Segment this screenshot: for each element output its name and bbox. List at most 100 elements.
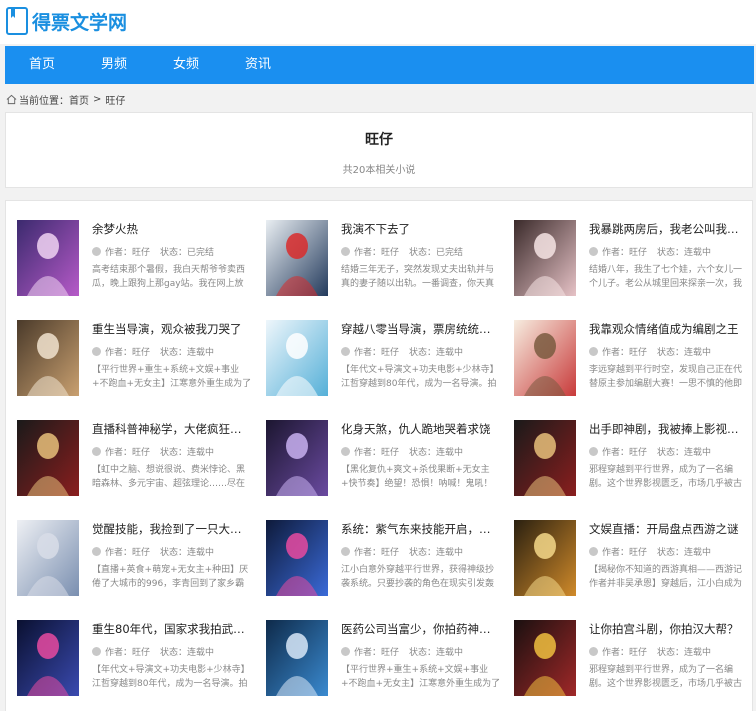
status-prefix: 状态： <box>409 347 437 358</box>
book-title[interactable]: 穿越八零当导演，票房统统过亿 <box>341 321 501 337</box>
book-author[interactable]: 旺仔 <box>381 245 399 258</box>
book-cover[interactable] <box>266 320 328 396</box>
book-card[interactable]: 重生当导演，观众被我刀哭了 作者： 旺仔 状态： 连载中 【平行世界+重生+系统… <box>17 320 253 402</box>
book-title[interactable]: 我演不下去了 <box>341 221 501 237</box>
book-info: 穿越八零当导演，票房统统过亿 作者： 旺仔 状态： 连载中 【年代文+导演文+功… <box>341 321 501 391</box>
book-info: 医药公司当富少，你拍药神装低... 作者： 旺仔 状态： 连载中 【平行世界+重… <box>341 621 501 691</box>
book-status: 连载中 <box>436 447 464 458</box>
book-status: 连载中 <box>684 647 712 658</box>
book-card[interactable]: 我靠观众情绪值成为编剧之王 作者： 旺仔 状态： 连载中 李远穿越到平行时空，发… <box>514 320 750 402</box>
breadcrumb-home-link[interactable]: 首页 <box>69 92 89 107</box>
author-prefix: 作者： <box>354 547 382 558</box>
book-author[interactable]: 旺仔 <box>629 245 647 258</box>
book-description: 【揭秘你不知道的西游真相——西游记作者并非吴承恩】穿越后，江小白成为一名科普..… <box>589 565 743 589</box>
book-cover[interactable] <box>17 420 79 496</box>
breadcrumb-current: 旺仔 <box>105 95 126 107</box>
book-title[interactable]: 我暴跳两房后，我老公叫我吃狗... <box>589 221 749 237</box>
status-prefix: 状态： <box>409 547 437 558</box>
book-author[interactable]: 旺仔 <box>629 445 647 458</box>
author-prefix: 作者： <box>354 447 382 458</box>
book-info: 重生当导演，观众被我刀哭了 作者： 旺仔 状态： 连载中 【平行世界+重生+系统… <box>92 321 252 391</box>
book-status: 连载中 <box>436 547 464 558</box>
book-title[interactable]: 余梦火热 <box>92 221 252 237</box>
cover-image <box>514 520 576 596</box>
book-cover[interactable] <box>17 620 79 696</box>
book-meta: 作者： 旺仔 状态： 连载中 <box>92 445 252 458</box>
book-cover[interactable] <box>514 620 576 696</box>
book-logo-icon <box>6 7 28 35</box>
book-cover[interactable] <box>514 520 576 596</box>
book-title[interactable]: 医药公司当富少，你拍药神装低... <box>341 621 501 637</box>
book-card[interactable]: 余梦火热 作者： 旺仔 状态： 已完结 高考结束那个暑假，我白天帮爷爷卖西瓜，晚… <box>17 220 253 302</box>
book-title[interactable]: 重生当导演，观众被我刀哭了 <box>92 321 252 337</box>
book-card[interactable]: 穿越八零当导演，票房统统过亿 作者： 旺仔 状态： 连载中 【年代文+导演文+功… <box>266 320 502 402</box>
book-card[interactable]: 我演不下去了 作者： 旺仔 状态： 已完结 结婚三年无子，突然发现丈夫出轨并与真… <box>266 220 502 302</box>
book-description: 【平行世界+重生+系统+文娱+事业+不跑血+无女主】江寒意外重生成为了一家医药公… <box>341 665 501 689</box>
author-prefix: 作者： <box>105 447 133 458</box>
nav-item-home[interactable]: 首页 <box>6 46 78 84</box>
cover-image <box>266 220 328 296</box>
book-card[interactable]: 我暴跳两房后，我老公叫我吃狗... 作者： 旺仔 状态： 连载中 结婚八年，我生… <box>514 220 750 302</box>
cover-image <box>266 520 328 596</box>
book-author[interactable]: 旺仔 <box>132 445 150 458</box>
nav-item-male[interactable]: 男频 <box>78 46 150 84</box>
author-prefix: 作者： <box>105 247 133 258</box>
book-cover[interactable] <box>17 220 79 296</box>
book-cover[interactable] <box>17 520 79 596</box>
book-meta: 作者： 旺仔 状态： 连载中 <box>589 545 749 558</box>
book-cover[interactable] <box>514 420 576 496</box>
book-cover[interactable] <box>266 220 328 296</box>
book-author[interactable]: 旺仔 <box>381 645 399 658</box>
book-author[interactable]: 旺仔 <box>132 545 150 558</box>
cover-image <box>266 620 328 696</box>
book-card[interactable]: 系统：紫气东来技能开启，仙人... 作者： 旺仔 状态： 连载中 江小白意外穿越… <box>266 520 502 602</box>
book-title[interactable]: 文娱直播：开局盘点西游之谜 <box>589 521 749 537</box>
book-title[interactable]: 让你拍宫斗剧，你拍汉大帮？ <box>589 621 749 637</box>
book-author[interactable]: 旺仔 <box>132 345 150 358</box>
book-card[interactable]: 直播科普神秘学，大佬疯狂打榜 作者： 旺仔 状态： 连载中 【虹中之脑、想说很说… <box>17 420 253 502</box>
book-author[interactable]: 旺仔 <box>132 245 150 258</box>
nav-item-female[interactable]: 女频 <box>150 46 222 84</box>
book-title[interactable]: 出手即神剧，我被捧上影视神坛 <box>589 421 749 437</box>
status-prefix: 状态： <box>657 447 685 458</box>
book-description: 邪程穿越到平行世界，成为了一名编剧。这个世界影视匮乏，市场几乎被古偶言斗所垄..… <box>589 665 743 689</box>
book-title[interactable]: 化身天煞，仇人跪地哭着求饶 <box>341 421 501 437</box>
book-card[interactable]: 出手即神剧，我被捧上影视神坛 作者： 旺仔 状态： 连载中 邪程穿越到平行世界，… <box>514 420 750 502</box>
book-author[interactable]: 旺仔 <box>381 545 399 558</box>
book-card[interactable]: 觉醒技能，我捡到了一只大熊猫 作者： 旺仔 状态： 连载中 【直播+英食+萌宠+… <box>17 520 253 602</box>
nav-item-news[interactable]: 资讯 <box>222 46 294 84</box>
book-title[interactable]: 直播科普神秘学，大佬疯狂打榜 <box>92 421 252 437</box>
author-avatar-icon <box>341 246 350 256</box>
book-cover[interactable] <box>514 220 576 296</box>
cover-image <box>266 420 328 496</box>
book-title[interactable]: 重生80年代，国家求我拍武侠片 <box>92 621 252 637</box>
site-logo[interactable]: 得票文学网 <box>6 7 127 35</box>
book-card[interactable]: 让你拍宫斗剧，你拍汉大帮？ 作者： 旺仔 状态： 连载中 邪程穿越到平行世界，成… <box>514 620 750 702</box>
status-prefix: 状态： <box>409 447 437 458</box>
book-cover[interactable] <box>17 320 79 396</box>
book-cover[interactable] <box>514 320 576 396</box>
book-description: 【年代文+导演文+功夫电影+少林寺】江哲穿越到80年代，成为一名导演。拍摄的儿.… <box>341 365 499 389</box>
author-avatar-icon <box>92 646 101 656</box>
book-author[interactable]: 旺仔 <box>132 645 150 658</box>
cover-image <box>514 620 576 696</box>
book-meta: 作者： 旺仔 状态： 连载中 <box>92 545 252 558</box>
book-title[interactable]: 我靠观众情绪值成为编剧之王 <box>589 321 749 337</box>
book-cover[interactable] <box>266 420 328 496</box>
book-card[interactable]: 重生80年代，国家求我拍武侠片 作者： 旺仔 状态： 连载中 【年代文+导演文+… <box>17 620 253 702</box>
book-card[interactable]: 医药公司当富少，你拍药神装低... 作者： 旺仔 状态： 连载中 【平行世界+重… <box>266 620 502 702</box>
book-status: 连载中 <box>684 347 712 358</box>
book-count: 共20本相关小说 <box>342 165 416 176</box>
book-title[interactable]: 系统：紫气东来技能开启，仙人... <box>341 521 501 537</box>
book-card[interactable]: 文娱直播：开局盘点西游之谜 作者： 旺仔 状态： 连载中 【揭秘你不知道的西游真… <box>514 520 750 602</box>
book-author[interactable]: 旺仔 <box>629 645 647 658</box>
book-author[interactable]: 旺仔 <box>381 345 399 358</box>
book-title[interactable]: 觉醒技能，我捡到了一只大熊猫 <box>92 521 252 537</box>
book-author[interactable]: 旺仔 <box>629 545 647 558</box>
book-card[interactable]: 化身天煞，仇人跪地哭着求饶 作者： 旺仔 状态： 连载中 【黑化复仇+爽文+杀伐… <box>266 420 502 502</box>
book-cover[interactable] <box>266 620 328 696</box>
book-info: 余梦火热 作者： 旺仔 状态： 已完结 高考结束那个暑假，我白天帮爷爷卖西瓜，晚… <box>92 221 252 291</box>
book-cover[interactable] <box>266 520 328 596</box>
book-author[interactable]: 旺仔 <box>381 445 399 458</box>
book-author[interactable]: 旺仔 <box>629 345 647 358</box>
